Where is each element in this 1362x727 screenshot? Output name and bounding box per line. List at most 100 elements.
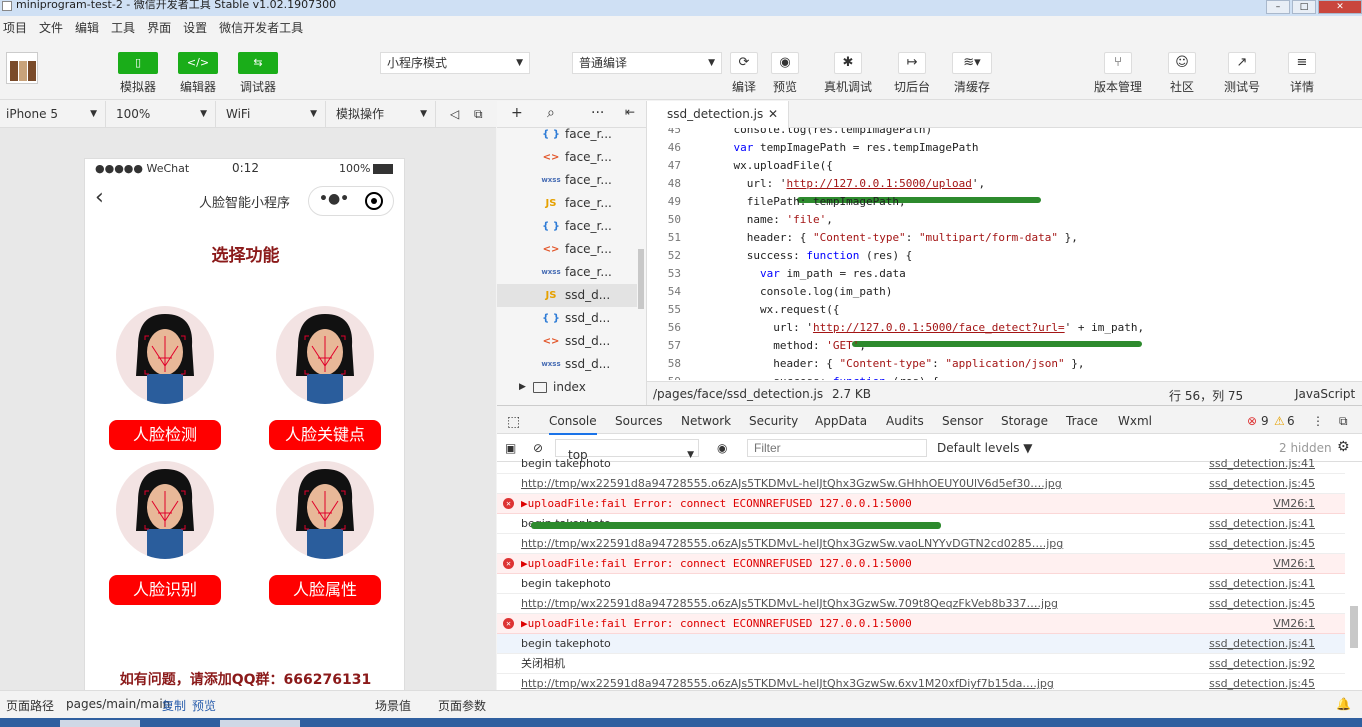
file-item[interactable]: wxss face_r... (497, 261, 637, 284)
log-source-link[interactable]: ssd_detection.js:92 (1209, 654, 1315, 673)
compile-button[interactable]: 编译 (732, 78, 756, 95)
copy-link[interactable]: 复制 (162, 697, 186, 714)
eye-icon[interactable]: ◉ (717, 441, 727, 455)
console-error-row[interactable]: ✕ ▶uploadFile:fail Error: connect ECONNRE… (497, 614, 1345, 634)
page-params-button[interactable]: 页面参数 (438, 697, 486, 714)
file-item[interactable]: wxss face_r... (497, 169, 637, 192)
scene-value-button[interactable]: 场景值 (375, 697, 411, 714)
volume-icon[interactable]: ◁ (446, 101, 468, 128)
close-button[interactable]: ✕ (1318, 0, 1362, 14)
face-attribute-button[interactable]: 人脸属性 (269, 575, 381, 605)
menu-tools[interactable]: 工具 (111, 19, 135, 36)
console-log-row[interactable]: begin takephoto ssd_detection.js:41 (497, 574, 1345, 594)
tab-ssd-detection[interactable]: ssd_detection.js ✕ (647, 101, 789, 129)
bell-icon[interactable]: 🔔 (1336, 697, 1351, 711)
console-log-row[interactable]: begin takephoto ssd_detection.js:41 (497, 634, 1345, 654)
tab-trace[interactable]: Trace (1066, 414, 1098, 428)
console-log-row[interactable]: 关闭相机 ssd_detection.js:92 (497, 654, 1345, 674)
log-source-link[interactable]: ssd_detection.js:41 (1209, 454, 1315, 473)
inspect-icon[interactable]: ⬚ (507, 414, 520, 430)
log-source-link[interactable]: ssd_detection.js:41 (1209, 514, 1315, 533)
language-mode[interactable]: JavaScript (1295, 387, 1355, 401)
file-item[interactable]: { } face_r... (497, 215, 637, 238)
log-levels-select[interactable]: Default levels ▼ (937, 441, 1033, 455)
console-scrollbar[interactable] (1350, 606, 1358, 648)
compile-select[interactable]: 普通编译 ▼ (572, 52, 722, 74)
warning-count[interactable]: 6 (1287, 414, 1295, 428)
tab-sensor[interactable]: Sensor (942, 414, 983, 428)
layers-icon[interactable]: ≋▾ (952, 52, 992, 74)
version-icon[interactable]: ⑂ (1104, 52, 1132, 74)
mode-select[interactable]: 小程序模式 ▼ (380, 52, 530, 74)
log-message[interactable]: http://tmp/wx22591d8a94728555.o6zAJs5TKD… (521, 474, 1062, 493)
console-error-row[interactable]: ✕ ▶uploadFile:fail Error: connect ECONNRE… (497, 494, 1345, 514)
back-icon[interactable]: ‹ (95, 187, 104, 209)
file-item[interactable]: wxss ssd_d... (497, 353, 637, 376)
file-item[interactable]: <> face_r... (497, 146, 637, 169)
simulator-icon[interactable]: ▯ (118, 52, 158, 74)
search-icon[interactable]: ⌕ (547, 105, 555, 121)
file-item[interactable]: JS ssd_d... (497, 284, 637, 307)
file-item[interactable]: <> ssd_d... (497, 330, 637, 353)
log-source-link[interactable]: VM26:1 (1273, 614, 1315, 633)
log-source-link[interactable]: VM26:1 (1273, 554, 1315, 573)
community-button[interactable]: 社区 (1170, 78, 1194, 95)
error-count[interactable]: 9 (1261, 414, 1269, 428)
log-source-link[interactable]: VM26:1 (1273, 494, 1315, 513)
clear-console-icon[interactable]: ⊘ (533, 441, 543, 455)
refresh-icon[interactable]: ⟳ (730, 52, 758, 74)
gear-icon[interactable]: ⚙ (1337, 439, 1350, 455)
file-item[interactable]: <> face_r... (497, 238, 637, 261)
test-account-button[interactable]: 测试号 (1224, 78, 1260, 95)
simulator-label[interactable]: 模拟器 (108, 78, 168, 95)
console-log-row[interactable]: http://tmp/wx22591d8a94728555.o6zAJs5TKD… (497, 594, 1345, 614)
eye-icon[interactable]: ◉ (771, 52, 799, 74)
console-log-row[interactable]: http://tmp/wx22591d8a94728555.o6zAJs5TKD… (497, 534, 1345, 554)
collapse-icon[interactable]: ⇤ (625, 105, 635, 119)
tab-appdata[interactable]: AppData (815, 414, 867, 428)
maximize-button[interactable]: □ (1292, 0, 1316, 14)
file-item[interactable]: { } face_r... (497, 123, 637, 146)
console-log-row[interactable]: http://tmp/wx22591d8a94728555.o6zAJs5TKD… (497, 474, 1345, 494)
device-select[interactable]: iPhone 5 ▼ (0, 101, 106, 128)
more-icon[interactable]: •●• (319, 191, 349, 207)
face-landmark-button[interactable]: 人脸关键点 (269, 420, 381, 450)
log-message[interactable]: http://tmp/wx22591d8a94728555.o6zAJs5TKD… (521, 594, 1058, 613)
tab-network[interactable]: Network (681, 414, 731, 428)
tab-sources[interactable]: Sources (615, 414, 662, 428)
tree-scrollbar[interactable] (638, 249, 644, 309)
network-select[interactable]: WiFi ▼ (220, 101, 326, 128)
background-button[interactable]: 切后台 (894, 78, 930, 95)
chat-icon[interactable]: ☺ (1168, 52, 1196, 74)
console-log-row[interactable]: begin takephoto ssd_detection.js:41 (497, 454, 1345, 474)
dock-icon[interactable]: ⧉ (1339, 414, 1348, 429)
editor-label[interactable]: 编辑器 (168, 78, 228, 95)
bug-icon[interactable]: ✱ (834, 52, 862, 74)
code-area[interactable]: 45 console.log(res.tempImagePath) 46 var … (647, 128, 1362, 380)
taskbar-item[interactable] (60, 720, 140, 727)
tab-console[interactable]: Console (549, 414, 597, 435)
preview-button[interactable]: 预览 (773, 78, 797, 95)
close-tab-icon[interactable]: ✕ (768, 101, 778, 128)
log-message[interactable]: http://tmp/wx22591d8a94728555.o6zAJs5TKD… (521, 534, 1063, 553)
face-recognition-button[interactable]: 人脸识别 (109, 575, 221, 605)
menu-settings[interactable]: 设置 (183, 19, 207, 36)
minimize-button[interactable]: – (1266, 0, 1290, 14)
menu-icon[interactable]: ≡ (1288, 52, 1316, 74)
editor-icon[interactable]: </> (178, 52, 218, 74)
menu-project[interactable]: 项目 (3, 19, 27, 36)
remote-debug-button[interactable]: 真机调试 (824, 78, 872, 95)
kebab-menu-icon[interactable]: ⋮ (1312, 414, 1324, 428)
tab-wxml[interactable]: Wxml (1118, 414, 1152, 428)
face-detect-button[interactable]: 人脸检测 (109, 420, 221, 450)
menu-wechat-devtools[interactable]: 微信开发者工具 (219, 19, 303, 36)
log-source-link[interactable]: ssd_detection.js:45 (1209, 534, 1315, 553)
add-icon[interactable]: + (511, 105, 523, 121)
version-button[interactable]: 版本管理 (1094, 78, 1142, 95)
debugger-label[interactable]: 调试器 (228, 78, 288, 95)
tab-security[interactable]: Security (749, 414, 798, 428)
taskbar-item[interactable] (220, 720, 300, 727)
background-icon[interactable]: ↦ (898, 52, 926, 74)
tab-storage[interactable]: Storage (1001, 414, 1048, 428)
popout-icon[interactable]: ⧉ (470, 101, 492, 128)
